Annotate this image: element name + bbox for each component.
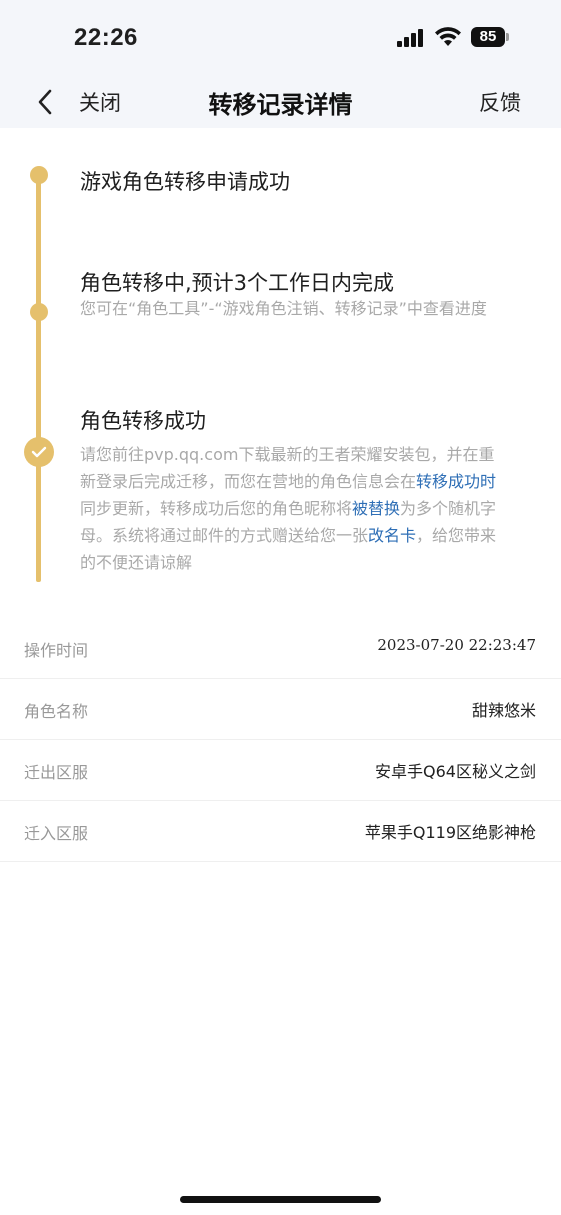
info-value: 苹果手Q119区绝影神枪 [364,823,536,842]
timeline-line [36,174,41,582]
info-label: 迁出区服 [24,763,89,782]
transfer-timeline: 游戏角色转移申请成功 角色转移中,预计3个工作日内完成 您可在“角色工具”-“游… [0,128,561,608]
transfer-info-list: 操作时间 2023-07-20 22:23:47 角色名称 甜辣悠米 迁出区服 … [0,618,561,862]
info-label: 操作时间 [24,641,89,660]
status-time: 22:26 [74,24,138,51]
timeline-dot-step-1 [30,166,48,184]
cellular-signal-icon [397,29,425,47]
battery-icon: 85 [471,27,511,47]
info-row-target-server: 迁入区服 苹果手Q119区绝影神枪 [0,801,561,862]
step-2-title: 角色转移中,预计3个工作日内完成 [80,271,395,295]
info-value: 安卓手Q64区秘义之剑 [375,762,536,781]
step-1-title: 游戏角色转移申请成功 [80,170,290,194]
battery-level: 85 [479,28,497,45]
info-value: 甜辣悠米 [471,701,536,720]
step-3-desc-text: 同步更新，转移成功后您的角色昵称将 [80,499,353,518]
info-row-source-server: 迁出区服 安卓手Q64区秘义之剑 [0,740,561,801]
info-row-operation-time: 操作时间 2023-07-20 22:23:47 [0,618,561,679]
wifi-icon [435,27,461,46]
highlight-rename-card: 改名卡 [368,526,417,545]
step-3-desc: 请您前往pvp.qq.com下载最新的王者荣耀安装包，并在重新登录后完成迁移，而… [80,441,510,576]
info-label: 角色名称 [24,702,89,721]
step-3-title: 角色转移成功 [80,409,206,433]
step-2-desc: 您可在“角色工具”-“游戏角色注销、转移记录”中查看进度 [80,299,487,318]
highlight-transfer-success: 转移成功时 [416,472,497,491]
nav-bar: 关闭 转移记录详情 反馈 [0,78,561,128]
info-label: 迁入区服 [24,824,89,843]
home-indicator[interactable] [180,1196,381,1203]
info-row-role-name: 角色名称 甜辣悠米 [0,679,561,740]
info-value: 2023-07-20 22:23:47 [377,636,536,654]
feedback-button[interactable]: 反馈 [479,87,521,117]
highlight-replaced: 被替换 [352,499,401,518]
timeline-dot-step-2 [30,303,48,321]
status-bar: 22:26 85 [0,0,561,78]
page-title: 转移记录详情 [208,91,353,119]
timeline-check-icon [24,437,54,467]
